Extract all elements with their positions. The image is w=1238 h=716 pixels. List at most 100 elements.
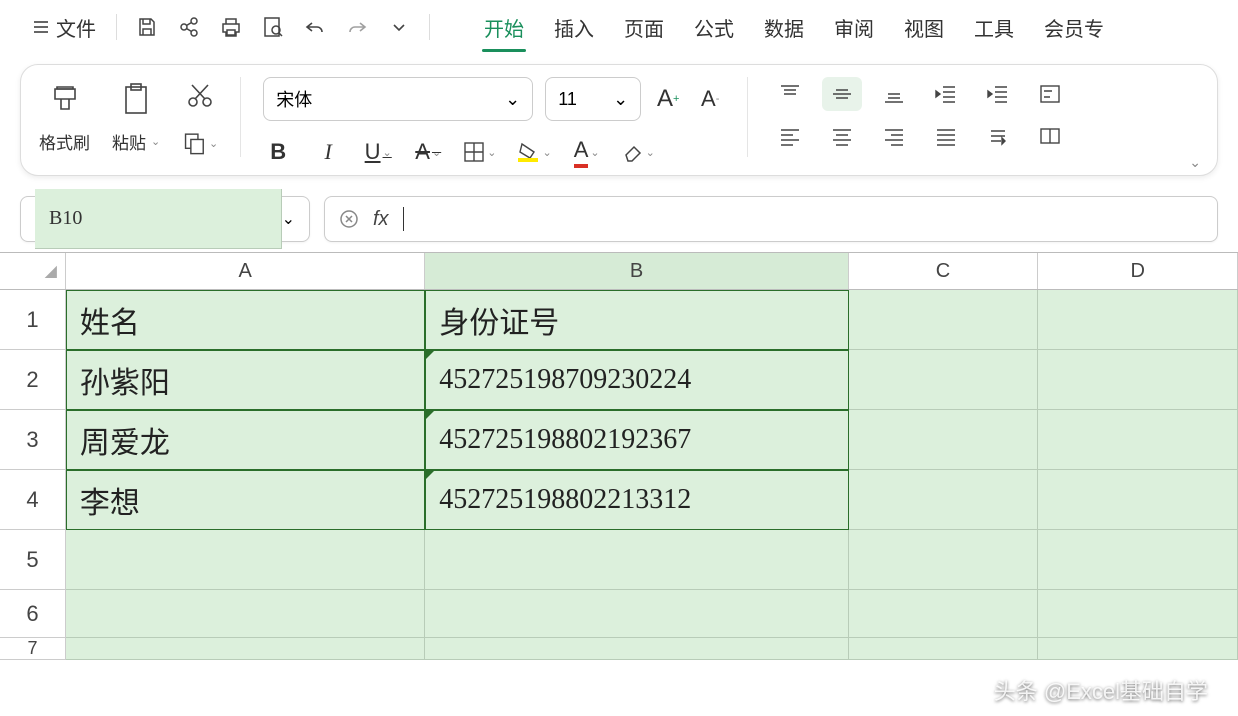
format-painter-group: 格式刷 [39,77,90,154]
cell-b2[interactable]: 452725198709230224 [425,350,848,410]
tab-tools[interactable]: 工具 [972,7,1016,48]
col-header-c[interactable]: C [849,253,1039,289]
increase-indent-button[interactable] [978,77,1018,111]
redo-button[interactable] [339,9,375,45]
strikethrough-button[interactable]: A⌄ [413,137,443,167]
select-all-corner[interactable]: ◢ [0,253,66,289]
cell-b7[interactable] [425,638,848,660]
highlight-button[interactable]: ⌄ [516,137,551,167]
row-header[interactable]: 1 [0,290,66,350]
cell-a5[interactable] [66,530,425,590]
cell-d5[interactable] [1038,530,1238,590]
merge-button[interactable] [1030,119,1070,153]
cell -a-2[interactable]: 孙紫阳 [66,350,425,410]
bold-button[interactable]: B [263,137,293,167]
italic-button[interactable]: I [313,137,343,167]
align-bottom-button[interactable] [874,77,914,111]
align-middle-button[interactable] [822,77,862,111]
cell-d6[interactable] [1038,590,1238,638]
align-center-button[interactable] [822,119,862,153]
tab-formula[interactable]: 公式 [692,7,736,48]
justify-icon [935,125,957,147]
orientation-button[interactable] [978,119,1018,153]
cell-b1[interactable]: 身份证号 [425,290,848,350]
row-header[interactable]: 6 [0,590,66,638]
row-header[interactable]: 5 [0,530,66,590]
formula-row: B10 ⌄ fx [20,196,1218,242]
formula-bar[interactable]: fx [324,196,1218,242]
cell-b6[interactable] [425,590,848,638]
undo-button[interactable] [297,9,333,45]
cell-d1[interactable] [1038,290,1238,350]
cursor [403,207,404,231]
cell-c2[interactable] [849,350,1039,410]
font-name-select[interactable]: 宋体⌄ [263,77,533,121]
cell-b4[interactable]: 452725198802213312 [425,470,848,530]
preview-button[interactable] [255,9,291,45]
cell-c3[interactable] [849,410,1039,470]
name-box[interactable]: B10 ⌄ [20,196,310,242]
paste-label[interactable]: 粘贴⌄ [112,129,160,154]
spreadsheet-grid: ◢ A B C D 1 姓名 身份证号 2 孙紫阳 45272519870923… [0,252,1238,660]
file-menu[interactable]: 文件 [24,9,104,46]
eraser-button[interactable]: ⌄ [622,137,655,167]
col-header-a[interactable]: A [66,253,425,289]
cell-c1[interactable] [849,290,1039,350]
paste-button[interactable] [114,77,158,121]
wrap-text-button[interactable] [1030,77,1070,111]
hamburger-icon [32,18,50,36]
outdent-icon [935,83,957,105]
tab-home[interactable]: 开始 [482,7,526,48]
tab-data[interactable]: 数据 [762,7,806,48]
chevron-down-icon: ⌄ [151,135,160,148]
align-right-button[interactable] [874,119,914,153]
cell-d2[interactable] [1038,350,1238,410]
print-button[interactable] [213,9,249,45]
cell-d3[interactable] [1038,410,1238,470]
cell-c6[interactable] [849,590,1039,638]
cell-a7[interactable] [66,638,425,660]
row-header[interactable]: 7 [0,638,66,660]
cell-d4[interactable] [1038,470,1238,530]
cell-b5[interactable] [425,530,848,590]
cell-a3[interactable]: 周爱龙 [66,410,425,470]
decrease-font-button[interactable]: A- [695,84,725,114]
cell-b3[interactable]: 452725198802192367 [425,410,848,470]
tab-member[interactable]: 会员专 [1042,7,1106,48]
borders-button[interactable]: ⌄ [463,137,496,167]
cell-c7[interactable] [849,638,1039,660]
search-doc-icon [261,15,285,39]
tab-insert[interactable]: 插入 [552,7,596,48]
decrease-indent-button[interactable] [926,77,966,111]
share-button[interactable] [171,9,207,45]
col-header-b[interactable]: B [425,253,848,289]
align-top-button[interactable] [770,77,810,111]
justify-button[interactable] [926,119,966,153]
copy-button[interactable]: ⌄ [182,125,218,161]
cancel-icon[interactable] [339,209,359,229]
cell-c4[interactable] [849,470,1039,530]
font-color-button[interactable]: A⌄ [572,137,602,167]
cell-a1[interactable]: 姓名 [66,290,425,350]
cell-d7[interactable] [1038,638,1238,660]
tab-view[interactable]: 视图 [902,7,946,48]
row-header[interactable]: 3 [0,410,66,470]
tab-page[interactable]: 页面 [622,7,666,48]
row-header[interactable]: 2 [0,350,66,410]
cell-a4[interactable]: 李想 [66,470,425,530]
increase-font-button[interactable]: A+ [653,84,683,114]
col-header-d[interactable]: D [1038,253,1238,289]
cell-a6[interactable] [66,590,425,638]
cell-c5[interactable] [849,530,1039,590]
save-icon [135,15,159,39]
row-header[interactable]: 4 [0,470,66,530]
format-painter-button[interactable] [43,77,87,121]
font-size-select[interactable]: 11⌄ [545,77,641,121]
fx-label[interactable]: fx [373,208,389,231]
more-dropdown[interactable] [381,9,417,45]
save-button[interactable] [129,9,165,45]
tab-review[interactable]: 审阅 [832,7,876,48]
cut-button[interactable] [182,77,218,113]
align-left-button[interactable] [770,119,810,153]
underline-button[interactable]: U⌄ [363,137,393,167]
